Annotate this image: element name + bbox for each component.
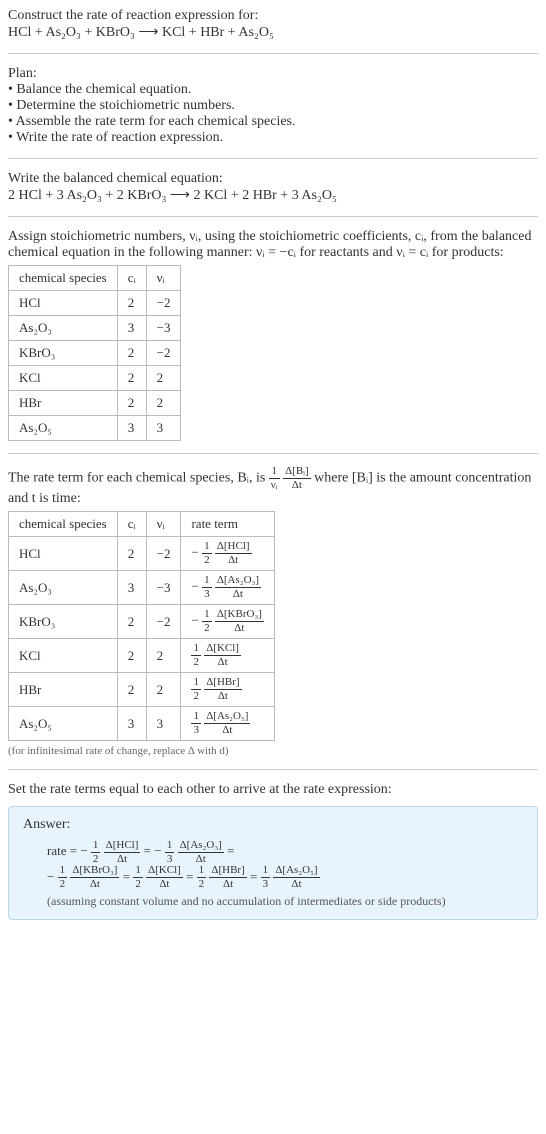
cell-rate-term: − 13 Δ[As₂O₃]Δt — [181, 571, 274, 605]
cell: 2 — [146, 391, 181, 416]
divider — [8, 453, 538, 454]
table-header-row: chemical species cᵢ νᵢ — [9, 266, 181, 291]
table-row: As₂O₅33 — [9, 416, 181, 441]
cell: KCl — [9, 639, 118, 673]
table-row: As₂O₃3−3 — [9, 316, 181, 341]
table-row: As₂O₅33 13 Δ[As₂O₅]Δt — [9, 707, 275, 741]
cell: 3 — [117, 571, 146, 605]
cell: 3 — [117, 416, 146, 441]
rate-intro-frac2: Δ[Bᵢ]Δt — [283, 466, 311, 491]
cell: 2 — [146, 673, 181, 707]
cell-rate-term: 13 Δ[As₂O₅]Δt — [181, 707, 274, 741]
table-header: rate term — [181, 512, 274, 537]
plan-section: Plan: • Balance the chemical equation. •… — [8, 66, 538, 146]
cell: 2 — [117, 605, 146, 639]
table-row: HBr22 12 Δ[HBr]Δt — [9, 673, 275, 707]
cell: 2 — [117, 639, 146, 673]
cell: 2 — [117, 673, 146, 707]
answer-rate: rate = − 12 Δ[HCl]Δt = − 13 Δ[As₂O₃]Δt =… — [23, 839, 523, 890]
balanced-equation: 2 HCl + 3 As₂O₃ + 2 KBrO₃ ⟶ 2 KCl + 2 HB… — [8, 187, 538, 204]
cell: −3 — [146, 316, 181, 341]
divider — [8, 769, 538, 770]
table-header: νᵢ — [146, 512, 181, 537]
intro-section: Construct the rate of reaction expressio… — [8, 8, 538, 41]
stoich-intro: Assign stoichiometric numbers, νᵢ, using… — [8, 229, 538, 261]
answer-label: Answer: — [23, 817, 523, 833]
table-row: HCl2−2− 12 Δ[HCl]Δt — [9, 537, 275, 571]
cell-rate-term: − 12 Δ[HCl]Δt — [181, 537, 274, 571]
plan-item: • Assemble the rate term for each chemic… — [8, 114, 538, 130]
cell: HCl — [9, 537, 118, 571]
answer-note: (assuming constant volume and no accumul… — [23, 894, 523, 909]
cell: KBrO₃ — [9, 341, 118, 366]
divider — [8, 158, 538, 159]
cell: −2 — [146, 537, 181, 571]
balanced-section: Write the balanced chemical equation: 2 … — [8, 171, 538, 204]
set-equal-text: Set the rate terms equal to each other t… — [8, 782, 538, 798]
cell: HBr — [9, 391, 118, 416]
cell-rate-term: 12 Δ[KCl]Δt — [181, 639, 274, 673]
cell: KCl — [9, 366, 118, 391]
plan-item: • Determine the stoichiometric numbers. — [8, 98, 538, 114]
cell: 2 — [117, 341, 146, 366]
cell: 2 — [146, 639, 181, 673]
stoich-table: chemical species cᵢ νᵢ HCl2−2 As₂O₃3−3 K… — [8, 265, 181, 441]
intro-title: Construct the rate of reaction expressio… — [8, 8, 538, 24]
table-header: cᵢ — [117, 512, 146, 537]
cell: 3 — [117, 707, 146, 741]
table-row: KCl22 12 Δ[KCl]Δt — [9, 639, 275, 673]
cell: −2 — [146, 605, 181, 639]
cell: 2 — [117, 291, 146, 316]
rate-note: (for infinitesimal rate of change, repla… — [8, 745, 538, 757]
cell: −3 — [146, 571, 181, 605]
cell: As₂O₅ — [9, 707, 118, 741]
stoich-section: Assign stoichiometric numbers, νᵢ, using… — [8, 229, 538, 441]
cell: HBr — [9, 673, 118, 707]
cell: 3 — [146, 707, 181, 741]
plan-item: • Write the rate of reaction expression. — [8, 130, 538, 146]
cell: HCl — [9, 291, 118, 316]
table-header: chemical species — [9, 512, 118, 537]
divider — [8, 216, 538, 217]
cell: 3 — [146, 416, 181, 441]
answer-box: Answer: rate = − 12 Δ[HCl]Δt = − 13 Δ[As… — [8, 806, 538, 920]
table-header: chemical species — [9, 266, 118, 291]
table-row: HCl2−2 — [9, 291, 181, 316]
cell: As₂O₅ — [9, 416, 118, 441]
table-header: cᵢ — [117, 266, 146, 291]
cell: 2 — [146, 366, 181, 391]
rate-intro-text-a: The rate term for each chemical species,… — [8, 471, 269, 486]
table-row: KBrO₃2−2− 12 Δ[KBrO₃]Δt — [9, 605, 275, 639]
cell-rate-term: 12 Δ[HBr]Δt — [181, 673, 274, 707]
rate-intro: The rate term for each chemical species,… — [8, 466, 538, 507]
cell: As₂O₃ — [9, 316, 118, 341]
balanced-heading: Write the balanced chemical equation: — [8, 171, 538, 187]
rate-intro-frac1: 1νᵢ — [269, 466, 280, 491]
table-row: HBr22 — [9, 391, 181, 416]
cell: As₂O₃ — [9, 571, 118, 605]
table-row: KCl22 — [9, 366, 181, 391]
table-header-row: chemical species cᵢ νᵢ rate term — [9, 512, 275, 537]
table-header: νᵢ — [146, 266, 181, 291]
cell: KBrO₃ — [9, 605, 118, 639]
cell: −2 — [146, 291, 181, 316]
cell: 3 — [117, 316, 146, 341]
cell-rate-term: − 12 Δ[KBrO₃]Δt — [181, 605, 274, 639]
cell: 2 — [117, 537, 146, 571]
intro-equation: HCl + As₂O₃ + KBrO₃ ⟶ KCl + HBr + As₂O₅ — [8, 24, 538, 41]
plan-heading: Plan: — [8, 66, 538, 82]
divider — [8, 53, 538, 54]
rate-table: chemical species cᵢ νᵢ rate term HCl2−2−… — [8, 511, 275, 741]
table-row: As₂O₃3−3− 13 Δ[As₂O₃]Δt — [9, 571, 275, 605]
cell: 2 — [117, 366, 146, 391]
table-row: KBrO₃2−2 — [9, 341, 181, 366]
rate-section: The rate term for each chemical species,… — [8, 466, 538, 757]
plan-item: • Balance the chemical equation. — [8, 82, 538, 98]
cell: 2 — [117, 391, 146, 416]
cell: −2 — [146, 341, 181, 366]
